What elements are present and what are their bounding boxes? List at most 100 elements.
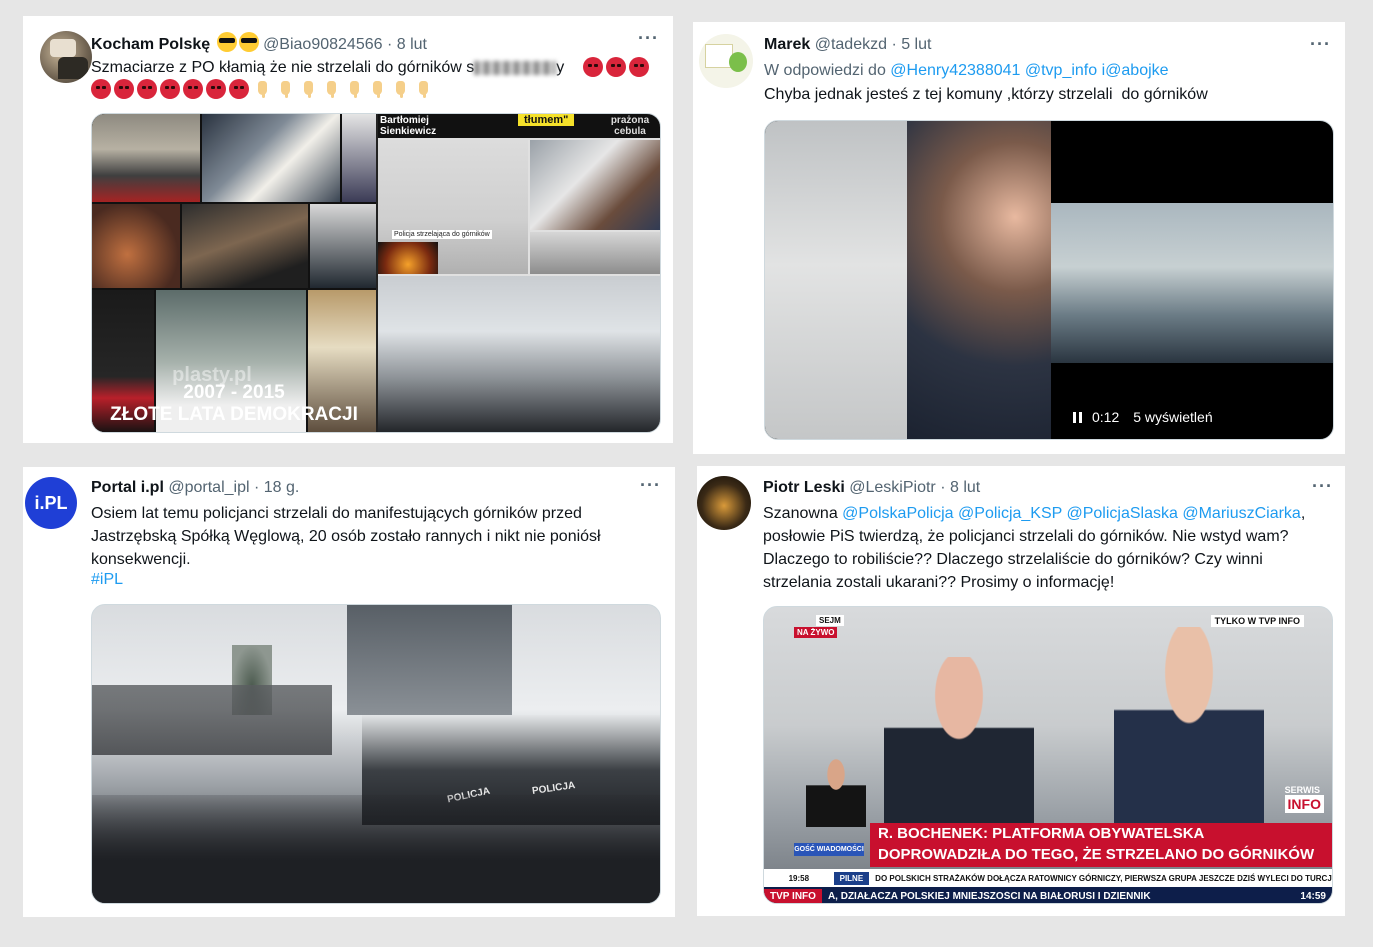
video-views: 5 wyświetleń [1133, 409, 1213, 425]
miners-foreground [92, 795, 660, 903]
more-options-icon[interactable]: ··· [1310, 34, 1331, 55]
more-options-icon[interactable]: ··· [640, 475, 661, 496]
angry-emoji [629, 57, 649, 77]
photo-tile [92, 114, 200, 202]
tweet-text: Szmaciarze z PO kłamią że nie strzelali … [91, 56, 611, 79]
tweet-header: Marek @tadekzd · 5 lut [764, 36, 931, 54]
tweet-video[interactable]: 0:12 5 wyświetleń [764, 120, 1334, 440]
mention-link[interactable]: @Henry42388041 [890, 62, 1020, 79]
tweet-text: Szanowna @PolskaPolicja @Policja_KSP @Po… [763, 505, 1306, 591]
more-options-icon[interactable]: ··· [638, 28, 659, 49]
pointing-down-emoji [252, 79, 272, 99]
tweet-text: Chyba jednak jesteś z tej komuny ,którzy… [764, 86, 1208, 103]
tvp-info-logo: TVP INFO [764, 888, 822, 903]
timestamp[interactable]: · 5 lut [891, 36, 931, 53]
tweet-media-collage[interactable]: plasty.pl 2007 - 2015 ZŁOTE LATA DEMOKRA… [91, 113, 661, 433]
mention-link[interactable]: @MariuszCiarka [1182, 505, 1300, 522]
photo-tile [92, 204, 180, 288]
label-policja: Policja strzelająca do górników [392, 230, 492, 239]
tv-tag-sejm: SEJM [816, 615, 844, 626]
logo-time: 19:58 [788, 873, 810, 883]
tweet-header: Portal i.pl @portal_ipl · 18 g. [91, 479, 299, 497]
ticker-text-1: DO POLSKICH STRAŻAKÓW DOŁĄCZA RATOWNICY … [875, 873, 1333, 883]
emoji-row-2 [91, 79, 433, 99]
sign-language-interpreter [806, 757, 866, 827]
pause-icon[interactable] [1073, 411, 1082, 423]
video-frame-right [1051, 203, 1333, 363]
person-left [884, 657, 1034, 832]
tv-tag-only: TYLKO W TVP INFO [1210, 615, 1304, 627]
collage-left: plasty.pl 2007 - 2015 ZŁOTE LATA DEMOKRA… [92, 114, 376, 432]
tweet-card-1[interactable]: Kocham Polskę @Biao90824566 · 8 lut ··· … [23, 16, 673, 443]
display-name[interactable]: Portal i.pl [91, 479, 164, 496]
avatar[interactable] [699, 34, 753, 88]
avatar[interactable] [40, 31, 92, 83]
photo-tile [202, 114, 340, 202]
tweet-card-3[interactable]: i.PL Portal i.pl @portal_ipl · 18 g. ···… [23, 467, 675, 917]
mention-link[interactable]: @Policja_KSP [958, 505, 1062, 522]
censored-word [474, 60, 557, 75]
gosc-wiadomosci-logo: GOŚĆ WIADOMOŚCI [794, 843, 864, 856]
mention-link[interactable]: @PolskaPolicja [842, 505, 953, 522]
photo-tile [530, 232, 660, 274]
timestamp[interactable]: · 18 g. [254, 479, 299, 496]
ticker-text-2: A, DZIAŁACZA POLSKIEJ MNIEJSZOŚCI NA BIA… [827, 890, 1151, 902]
mention-link[interactable]: @PolicjaSlaska [1066, 505, 1177, 522]
avatar[interactable]: i.PL [25, 477, 77, 529]
tweet-header: Piotr Leski @LeskiPiotr · 8 lut [763, 479, 980, 497]
photo-tile [378, 276, 660, 432]
tweet-media-photo[interactable]: POLICJA POLICJA [91, 604, 661, 904]
cool-emoji [216, 32, 259, 52]
tweet-card-2[interactable]: Marek @tadekzd · 5 lut ··· W odpowiedzi … [693, 22, 1345, 454]
person-right [1114, 627, 1264, 832]
photo-tile [342, 114, 376, 202]
display-name[interactable]: Piotr Leski [763, 479, 845, 496]
avatar-logo-text: i.PL [34, 492, 68, 513]
tweet-text: Osiem lat temu policjanci strzelali do m… [91, 505, 601, 568]
more-options-icon[interactable]: ··· [1312, 476, 1333, 497]
tweet-media-tv-screenshot[interactable]: SEJM NA ŻYWO TYLKO W TVP INFO SERWIS INF… [763, 606, 1333, 904]
pilne-label: PILNE [833, 871, 870, 885]
label-tlumem: tłumem" [518, 114, 575, 126]
angry-emoji [583, 57, 603, 77]
timestamp[interactable]: · 8 lut [940, 479, 980, 496]
info-logo: INFO [1284, 795, 1324, 813]
tweet-text-part-2: y [556, 59, 565, 76]
hashtag-link[interactable]: #iPL [91, 568, 123, 591]
handle[interactable]: @tadekzd [815, 36, 887, 53]
display-name[interactable]: Marek [764, 36, 810, 53]
ticker-bar: 19:58 PILNE DO POLSKICH STRAŻAKÓW DOŁĄCZ… [764, 869, 1333, 887]
tweet-card-4[interactable]: Piotr Leski @LeskiPiotr · 8 lut ··· Szan… [697, 466, 1345, 916]
video-frame-left [765, 121, 907, 439]
angry-emoji [606, 57, 626, 77]
photo-tile [182, 204, 308, 288]
collage-caption-years: 2007 - 2015 [183, 382, 285, 403]
ticker-bar-bottom: TVP INFO A, DZIAŁACZA POLSKIEJ MNIEJSZOŚ… [764, 887, 1332, 903]
video-time: 0:12 [1092, 409, 1120, 425]
handle[interactable]: @Biao90824566 [263, 36, 382, 53]
handle[interactable]: @portal_ipl [168, 479, 249, 496]
tv-headline: R. BOCHENEK: PLATFORMA OBYWATELSKA DOPRO… [870, 823, 1332, 867]
tweet-header: Kocham Polskę @Biao90824566 · 8 lut [91, 32, 427, 54]
photo-tile [378, 242, 438, 274]
avatar[interactable] [697, 476, 751, 530]
handle[interactable]: @LeskiPiotr [849, 479, 936, 496]
headline-line-1: R. BOCHENEK: PLATFORMA OBYWATELSKA [878, 825, 1205, 842]
label-name: Bartłomiej Sienkiewicz [380, 115, 437, 137]
photo-tile [310, 204, 376, 288]
timestamp[interactable]: · 8 lut [387, 36, 427, 53]
collage-caption-title: ZŁOTE LATA DEMOKRACJI [110, 404, 358, 425]
video-frame-middle [907, 121, 1051, 439]
tv-clock: 14:59 [1300, 890, 1326, 902]
video-controls: 0:12 5 wyświetleń [1073, 409, 1213, 425]
tweet-text-part-1: Szmaciarze z PO kłamią że nie strzelali … [91, 59, 475, 76]
mention-link[interactable]: i@abojke [1102, 62, 1169, 79]
photo-tile [530, 140, 660, 230]
crowd-left [92, 685, 332, 755]
tv-tag-live: NA ŻYWO [794, 627, 838, 638]
serwis-label: SERWIS [1284, 785, 1320, 795]
building [347, 605, 512, 715]
mention-link[interactable]: @tvp_info [1025, 62, 1097, 79]
label-prazona: prażona cebula [610, 115, 650, 137]
display-name[interactable]: Kocham Polskę [91, 36, 210, 53]
